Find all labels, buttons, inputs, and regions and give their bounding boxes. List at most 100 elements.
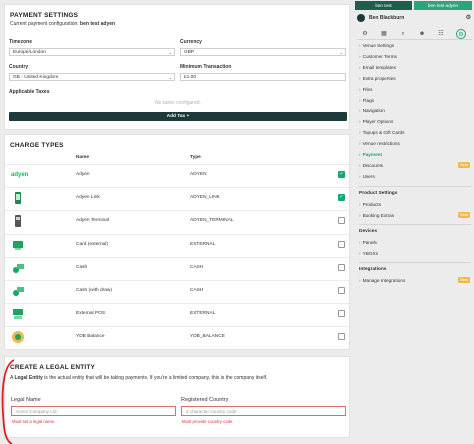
venue-tabs: ben test ben test adyen (355, 1, 474, 11)
sidebar-item-label: Email templates (362, 64, 396, 70)
gear-icon[interactable]: ⚙ (456, 29, 466, 39)
settings-icon[interactable]: ⚙ (360, 29, 370, 39)
chevron-right-icon: › (359, 64, 361, 70)
sidebar-item-label: Panels (362, 240, 377, 245)
users-icon[interactable]: ☻ (417, 29, 427, 39)
search-icon[interactable]: ⌕ (398, 29, 408, 39)
user-name: Ben Blackburn (369, 15, 405, 21)
sidebar-item-discounts[interactable]: › Discounts Beta (359, 161, 471, 170)
min-transaction-label: Minimum Transaction (180, 64, 232, 70)
registered-country-input[interactable]: 2 character country code (181, 406, 346, 416)
sidebar-item-player-options[interactable]: › Player Options (359, 117, 471, 126)
ydb-balance-icon (11, 330, 25, 344)
sidebar-item-label: Player Options (362, 119, 394, 125)
user-row[interactable]: Ben Blackburn ⚙ (355, 13, 474, 24)
adyen-logo-text: adyen (11, 172, 29, 178)
gear-icon[interactable]: ⚙ (466, 14, 471, 21)
sidebar-item-navigation[interactable]: › Navigation (359, 106, 471, 115)
country-value: GB - United Kingdom (13, 75, 59, 80)
charge-type-type: ADYEN (190, 172, 207, 177)
currency-select[interactable]: GBP ⌄ (180, 48, 346, 56)
charge-type-checkbox[interactable]: ✓ (338, 171, 345, 178)
chevron-right-icon: › (359, 75, 361, 81)
tab-ben-test[interactable]: ben test (355, 1, 412, 10)
charge-type-checkbox[interactable]: ✓ (338, 194, 345, 202)
table-row: Cash CASH (5, 256, 349, 277)
legal-name-error: Must set a legal name. (12, 419, 56, 424)
min-transaction-input[interactable]: £1.00 (180, 73, 346, 81)
chevron-right-icon: › (359, 141, 361, 147)
charge-type-checkbox[interactable] (338, 333, 345, 341)
sidebar-item-products[interactable]: › Products (359, 200, 471, 209)
taxes-label: Applicable Taxes (9, 89, 50, 95)
sidebar-item-email-templates[interactable]: › Email templates (359, 63, 471, 72)
charge-type-checkbox[interactable] (338, 310, 345, 318)
sidebar-item-label: Flags (362, 97, 375, 103)
sidebar-item-files[interactable]: › Files (359, 85, 471, 94)
chevron-right-icon: › (359, 202, 361, 207)
sidebar-item-extra-properties[interactable]: › Extra properties (359, 74, 471, 83)
min-transaction-value: £1.00 (184, 75, 197, 80)
cash-withdraw-icon (11, 284, 25, 298)
sidebar-item-users[interactable]: › Users (359, 172, 471, 181)
sidebar-item-panels[interactable]: › Panels (359, 238, 471, 247)
sidebar-item-yboxs[interactable]: › YBOXs (359, 249, 471, 258)
country-label: Country (9, 64, 29, 70)
divider (359, 186, 471, 187)
timezone-select[interactable]: Europe/London ⌄ (9, 48, 175, 56)
sidebar-item-customer-terms[interactable]: › Customer Terms (359, 52, 471, 61)
sidebar-item-label: Files (362, 86, 373, 92)
chevron-right-icon: › (359, 278, 361, 283)
sidebar-item-label: Navigation (362, 108, 385, 114)
charge-type-checkbox[interactable] (338, 263, 345, 271)
table-row: adyen Adyen ADYEN ✓ (5, 164, 349, 184)
registered-country-placeholder: 2 character country code (186, 409, 237, 414)
chevron-right-icon: › (359, 108, 361, 114)
chevron-down-icon: ⌄ (168, 50, 172, 55)
integrations-heading: Integrations (359, 267, 387, 272)
nav-icon-bar: ⚙ ▦ ⌕ ☻ ☷ ⚙ (357, 28, 472, 40)
timezone-label: Timezone (9, 39, 32, 45)
chevron-right-icon: › (359, 162, 361, 168)
external-pos-icon (11, 307, 25, 321)
main-content: PAYMENT SETTINGS Current payment configu… (0, 0, 352, 444)
desc-rest: is the actual entity that will be taking… (44, 375, 268, 381)
sidebar-item-booking-extras[interactable]: › Booking Extras Beta (359, 211, 471, 220)
config-name: ben test adyen (80, 21, 116, 27)
charge-type-type: YDB_BALANCE (190, 334, 225, 340)
sidebar: ben test ben test adyen Ben Blackburn ⚙ … (355, 0, 474, 444)
charge-type-checkbox[interactable] (338, 287, 345, 294)
charge-type-name: Adyen Link (76, 195, 100, 201)
sidebar-item-flags[interactable]: › Flags (359, 96, 471, 105)
registered-country-error: Must provide country code. (182, 419, 234, 424)
sidebar-item-venue-settings[interactable]: › Venue Settings (359, 41, 471, 50)
store-icon[interactable]: ▦ (379, 29, 389, 39)
cash-icon (11, 261, 25, 275)
group-icon[interactable]: ☷ (436, 29, 446, 39)
country-select[interactable]: GB - United Kingdom ⌄ (9, 73, 175, 81)
desc-bold: Legal Entity (14, 375, 43, 381)
product-settings-heading: Product Settings (359, 191, 398, 196)
desc-prefix: A (10, 375, 14, 381)
charge-types-title: CHARGE TYPES (10, 142, 64, 149)
currency-value: GBP (184, 50, 195, 55)
sidebar-item-venue-restrictions[interactable]: › Venue restrictions (359, 139, 471, 148)
table-row: Adyen Terminal ADYEN_TERMINAL (5, 210, 349, 230)
sidebar-item-label: Users (362, 173, 375, 179)
sidebar-item-label: Venue restrictions (362, 141, 400, 147)
sidebar-item-payment[interactable]: › Payment (359, 150, 471, 159)
chevron-right-icon: › (359, 97, 361, 103)
current-config: Current payment configuration: ben test … (5, 19, 349, 29)
chevron-down-icon: ⌄ (339, 50, 343, 55)
tab-ben-test-adyen[interactable]: ben test adyen (414, 1, 472, 10)
charge-type-checkbox[interactable] (338, 240, 345, 248)
sidebar-item-manage-integrations[interactable]: › Manage Integrations Beta (359, 276, 471, 285)
payment-settings-panel: PAYMENT SETTINGS Current payment configu… (4, 4, 350, 130)
charge-type-checkbox[interactable] (338, 217, 345, 225)
sidebar-item-label: Venue Settings (362, 43, 395, 48)
legal-name-label: Legal Name (11, 397, 41, 403)
add-tax-button[interactable]: Add Tax + (9, 112, 347, 121)
legal-name-input[interactable]: Some Company Ltd. (11, 406, 176, 416)
currency-label: Currency (180, 39, 202, 45)
sidebar-item-topups-gift-cards[interactable]: › Topups & Gift Cards (359, 128, 471, 137)
